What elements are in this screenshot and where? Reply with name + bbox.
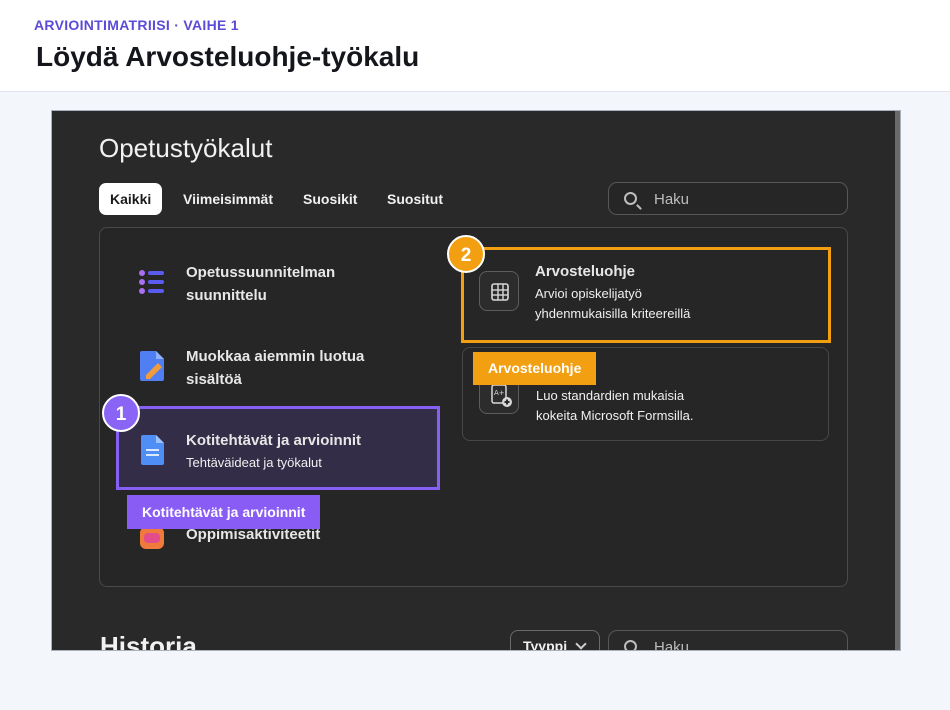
tool-title-line2: suunnittelu [186, 287, 267, 304]
step2-callout: Arvosteluohje [473, 352, 597, 385]
search-icon [624, 640, 637, 650]
history-search-input[interactable]: Haku [608, 630, 848, 651]
chevron-down-icon [575, 638, 587, 650]
tool-item-homework[interactable]: Kotitehtävät ja arvioinnit Tehtäväideat … [136, 427, 426, 477]
tool-title-line2: sisältöä [186, 371, 242, 388]
tool-title-line1: Opetussuunnitelman [186, 264, 336, 281]
search-placeholder: Haku [654, 639, 690, 651]
document-icon [141, 435, 164, 465]
tab-suositut[interactable]: Suositut [387, 183, 443, 215]
edit-document-icon [140, 351, 164, 381]
step-badge-2: 2 [447, 235, 485, 273]
history-title: Historia [100, 631, 197, 651]
search-input[interactable]: Haku [608, 182, 848, 215]
step-eyebrow: ARVIOINTIMATRIISI · VAIHE 1 [34, 17, 239, 33]
app-screenshot: Opetustyökalut Kaikki Viimeisimmät Suosi… [51, 110, 901, 651]
search-icon [624, 192, 637, 205]
highlight-rubric-tool[interactable] [461, 247, 831, 343]
tool-title: Kotitehtävät ja arvioinnit [186, 432, 362, 449]
tool-title-line1: Muokkaa aiemmin luotua [186, 348, 365, 365]
scrollbar[interactable] [895, 111, 900, 650]
page-title: Löydä Arvosteluohje-työkalu [36, 41, 420, 72]
tool-subtitle: Tehtäväideat ja työkalut [186, 455, 322, 470]
app-title: Opetustyökalut [99, 133, 273, 163]
step-badge-1: 1 [102, 394, 140, 432]
card-sub-line1: Luo standardien mukaisia [536, 388, 685, 403]
tab-viimeisimmat[interactable]: Viimeisimmät [183, 183, 273, 215]
tab-kaikki[interactable]: Kaikki [99, 183, 163, 215]
tool-item-curriculum[interactable]: Opetussuunnitelman suunnittelu [136, 261, 376, 311]
search-placeholder: Haku [654, 191, 690, 208]
tab-suosikit[interactable]: Suosikit [303, 183, 357, 215]
step1-callout: Kotitehtävät ja arvioinnit [127, 495, 321, 529]
card-sub-line2: kokeita Microsoft Formsilla. [536, 408, 694, 423]
tool-item-edit-content[interactable]: Muokkaa aiemmin luotua sisältöä [136, 345, 376, 395]
svg-text:A+: A+ [494, 389, 505, 397]
type-dropdown-label: Tyyppi [523, 638, 568, 651]
list-icon [139, 270, 164, 294]
tutorial-header: ARVIOINTIMATRIISI · VAIHE 1 Löydä Arvost… [0, 0, 950, 92]
type-dropdown[interactable]: Tyyppi [510, 630, 600, 651]
